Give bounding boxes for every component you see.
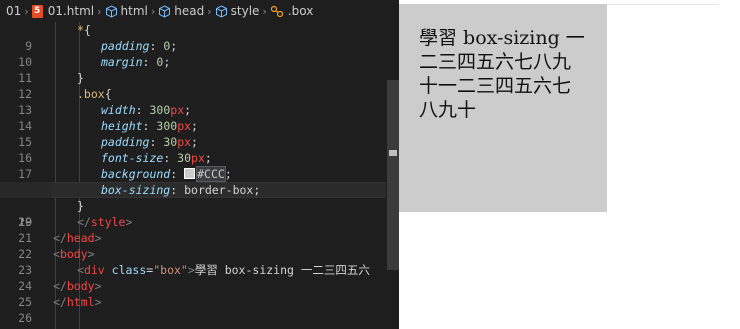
line-number: 26 [18,311,32,325]
code-line[interactable]: 22 </head> [0,230,386,261]
breadcrumb-item-head[interactable]: head [158,4,204,18]
code-line[interactable]: 18 background: #CCC; [0,166,386,197]
vertical-scrollbar[interactable] [387,80,399,270]
code-line[interactable]: 14 width: 300px; [0,102,386,133]
browser-preview: 學習 box-sizing 一二三四五六七八九十一二三四五六七八九十 [399,0,740,329]
breadcrumb-item-style[interactable]: style [215,4,259,18]
code-line[interactable]: 10 padding: 0; [0,38,386,69]
color-swatch[interactable] [184,168,196,179]
breadcrumb-file[interactable]: 5 01.html [31,4,94,18]
code-line[interactable]: 9 *{ [0,22,386,53]
preview-box-text: 學習 box-sizing 一二三四五六七八九十一二三四五六七八九十 [419,27,585,121]
css-selector-icon [270,5,284,18]
code-line[interactable]: 13 .box{ [0,86,386,117]
chevron-right-icon: › [262,4,267,18]
code-line[interactable]: 11 margin: 0; [0,54,386,85]
chevron-right-icon: › [97,4,102,18]
code-line[interactable]: 12 } [0,70,386,101]
code-line[interactable]: 23 <body> [0,246,386,277]
code-line[interactable]: 15 height: 300px; [0,118,386,149]
breadcrumb-item-html[interactable]: html [105,4,148,18]
preview-box: 學習 box-sizing 一二三四五六七八九十一二三四五六七八九十 [399,4,607,212]
code-line[interactable]: 16 padding: 30px; [0,134,386,165]
code-area[interactable]: 9 *{ 10 padding: 0; 11 margin: 0; 12 } 1… [0,22,386,329]
breadcrumb-folder[interactable]: 01 [6,4,21,18]
code-line[interactable]: 24 <div class="box">學習 box-sizing 一二三四五六 [0,262,386,293]
breadcrumb-item-box[interactable]: .box [270,4,313,18]
code-line[interactable]: 17 font-size: 30px; [0,150,386,181]
scrollbar-cursor-marker [389,150,397,156]
chevron-right-icon: › [150,4,156,18]
chevron-right-icon: › [207,4,212,18]
code-line[interactable]: 21 </style> [0,214,386,245]
code-line-active[interactable]: 19 box-sizing: border-box; [0,182,386,229]
breadcrumb: 01 › 5 01.html › html › head › style › .… [0,0,399,22]
code-line[interactable]: 25 </body> [0,278,386,309]
cube-symbol-icon [158,4,171,18]
html5-file-icon: 5 [31,4,43,18]
code-line[interactable]: 26 </html> [0,294,386,325]
cube-symbol-icon [215,4,228,18]
code-line[interactable]: 20 } [0,198,386,229]
chevron-right-icon: › [24,4,29,18]
code-editor[interactable]: 01 › 5 01.html › html › head › style › .… [0,0,399,329]
cube-symbol-icon [105,4,118,18]
